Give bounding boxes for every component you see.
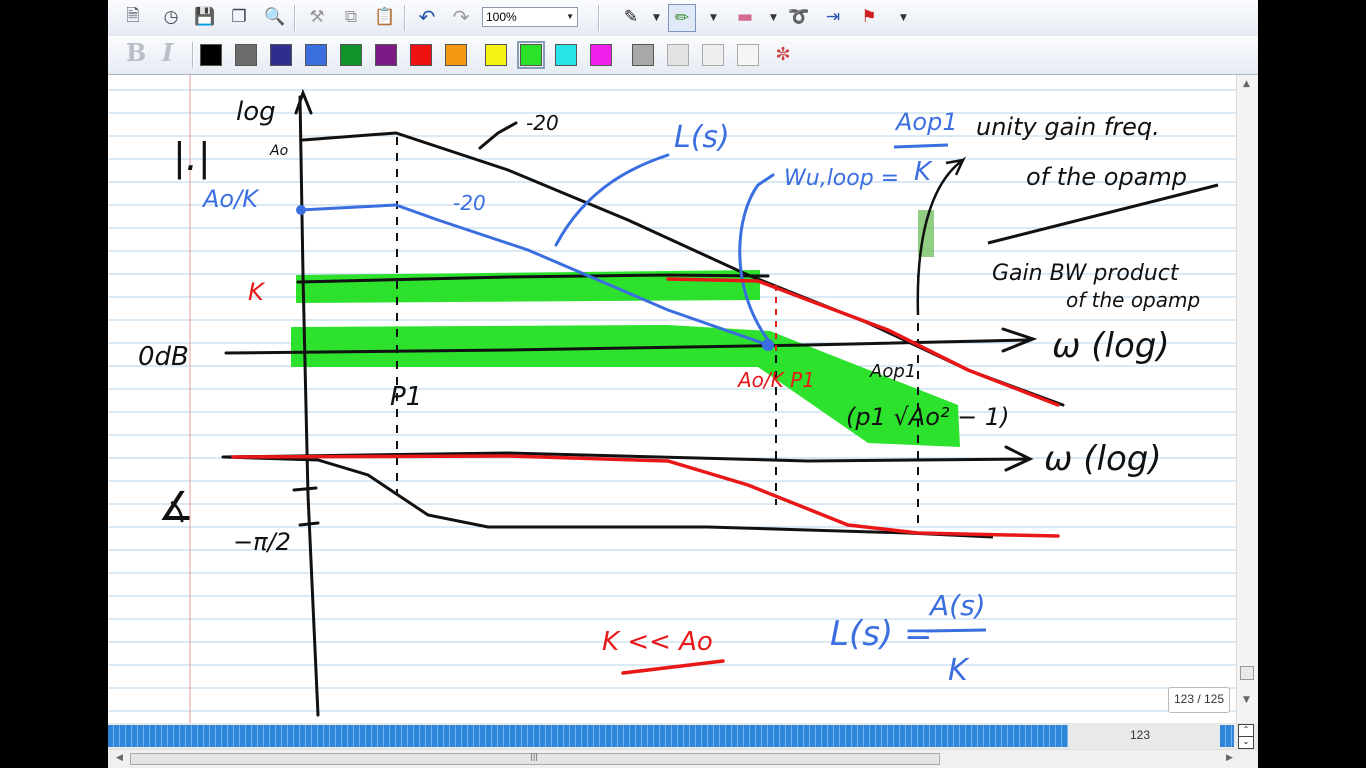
next-page-icon[interactable]: ⌄ xyxy=(1238,736,1254,749)
note-frac-den: K xyxy=(914,157,933,187)
note-frac-num: Aop1 xyxy=(894,108,958,136)
current-page-number: 123 xyxy=(1130,728,1151,742)
color-swatch[interactable] xyxy=(410,44,432,66)
note-aop1: Aop1 xyxy=(869,361,916,382)
color-swatch[interactable] xyxy=(517,41,545,69)
scroll-up-icon[interactable]: ▲ xyxy=(1243,79,1250,89)
zoom-select[interactable]: 100% ▼ xyxy=(482,7,578,27)
note-k-ll-ao: K << Ao xyxy=(602,627,713,657)
page-strip-end[interactable] xyxy=(1220,725,1234,747)
app-window: 🗎 ◷ 💾 ❐ 🔍 ⚒ ⧉ 📋 ↶ ↷ 100% ▼ ✎ ▼ ✏ ▼ ▬ ▼ ➰… xyxy=(108,0,1258,768)
lasso-icon[interactable]: ➰ xyxy=(786,4,812,30)
color-swatch[interactable] xyxy=(305,44,327,66)
note-slope-blue: -20 xyxy=(453,191,486,215)
divider-line xyxy=(987,183,1219,245)
color-swatch[interactable] xyxy=(340,44,362,66)
notebook-page[interactable]: |.| log Ao -20 -20 L(s) Ao/K Wu,loop = A… xyxy=(108,75,1236,723)
color-swatch[interactable] xyxy=(702,44,724,66)
note-as-num: A(s) xyxy=(928,589,986,622)
note-p1-sqrt: (p1 √Ao² − 1) xyxy=(846,403,1010,431)
separator xyxy=(192,42,194,68)
zoom-value: 100% xyxy=(486,10,517,24)
note-ao-sub: Ao xyxy=(269,143,288,159)
scroll-left-icon[interactable]: ◀ xyxy=(116,753,123,763)
note-as-den: K xyxy=(948,653,970,688)
vertical-scrollbar[interactable]: ▲ ▼ xyxy=(1236,75,1258,723)
page-navigator[interactable]: 123 ⌃ ⌄ xyxy=(108,723,1258,749)
phase-curve xyxy=(222,455,994,539)
color-swatch[interactable] xyxy=(590,44,612,66)
note-k-red: K xyxy=(248,278,266,306)
separator xyxy=(598,5,600,31)
bold-button[interactable]: B xyxy=(126,38,146,67)
eraser-icon[interactable]: ▬ xyxy=(732,4,758,30)
paste-icon[interactable]: 📋 xyxy=(372,4,398,30)
find-icon[interactable]: 🔍 xyxy=(262,4,288,30)
chevron-down-icon[interactable]: ▼ xyxy=(710,13,717,23)
color-swatch[interactable] xyxy=(235,44,257,66)
scroll-right-icon[interactable]: ▶ xyxy=(1226,753,1233,763)
note-wu-loop: Wu,loop = xyxy=(784,166,899,191)
note-angle: ∡ xyxy=(158,484,194,530)
crossover-dot xyxy=(762,339,774,351)
note-w-log-1: ω (log) xyxy=(1052,326,1170,366)
pen-icon[interactable]: ✎ xyxy=(618,4,644,30)
color-wheel-icon[interactable]: ✼ xyxy=(770,41,796,67)
highlighter-icon[interactable]: ✏ xyxy=(668,4,696,32)
chevron-down-icon: ▼ xyxy=(566,12,574,21)
insert-space-icon[interactable]: ⇥ xyxy=(820,4,846,30)
save-icon[interactable]: 💾 xyxy=(192,4,218,30)
note-p1: P1 xyxy=(390,382,422,412)
color-swatch[interactable] xyxy=(200,44,222,66)
color-swatch[interactable] xyxy=(555,44,577,66)
color-swatch[interactable] xyxy=(270,44,292,66)
chevron-down-icon[interactable]: ▼ xyxy=(770,13,777,23)
ink-canvas[interactable]: |.| log Ao -20 -20 L(s) Ao/K Wu,loop = A… xyxy=(108,75,1236,723)
note-neg-pi2: −π/2 xyxy=(233,528,291,556)
color-swatch[interactable] xyxy=(632,44,654,66)
redo-icon[interactable]: ↷ xyxy=(448,4,474,30)
main-toolbar: 🗎 ◷ 💾 ❐ 🔍 ⚒ ⧉ 📋 ↶ ↷ 100% ▼ ✎ ▼ ✏ ▼ ▬ ▼ ➰… xyxy=(108,0,1258,37)
note-of-opamp-2: of the opamp xyxy=(1066,288,1200,312)
scroll-thumb[interactable] xyxy=(1240,666,1254,680)
loop-gain-start-dot xyxy=(296,205,306,215)
separator xyxy=(404,5,406,31)
note-ao-k-p1: Ao/K P1 xyxy=(736,368,815,392)
fraction-bar-2 xyxy=(925,628,987,633)
history-icon[interactable]: ◷ xyxy=(158,4,184,30)
note-of-opamp: of the opamp xyxy=(1026,163,1187,191)
color-swatch[interactable] xyxy=(375,44,397,66)
note-ls-eq: L(s) = xyxy=(830,614,932,654)
note-0db: 0dB xyxy=(138,342,189,372)
copy-page-icon[interactable]: ❐ xyxy=(226,4,252,30)
italic-button[interactable]: I xyxy=(162,38,173,67)
note-w-log-2: ω (log) xyxy=(1044,439,1162,479)
note-log: log xyxy=(236,97,276,127)
note-ls: L(s) xyxy=(674,120,730,155)
page-indicator: 123 / 125 xyxy=(1168,687,1230,713)
chevron-down-icon[interactable]: ▼ xyxy=(900,13,907,23)
note-gain-bw: Gain BW product xyxy=(992,261,1180,286)
tool-icon[interactable]: ⚒ xyxy=(304,4,330,30)
new-page-icon[interactable]: 🗎 xyxy=(120,4,146,30)
color-swatch[interactable] xyxy=(667,44,689,66)
color-swatch[interactable] xyxy=(737,44,759,66)
page-strip[interactable] xyxy=(108,725,1068,747)
note-slope-black: -20 xyxy=(526,111,559,135)
copy-icon[interactable]: ⧉ xyxy=(338,4,364,30)
note-unity-gain: unity gain freq. xyxy=(976,113,1160,141)
note-ao-k: Ao/K xyxy=(201,185,260,213)
color-swatch[interactable] xyxy=(445,44,467,66)
flag-icon[interactable]: ⚑ xyxy=(856,4,882,30)
note-bar: |.| xyxy=(173,135,211,180)
fraction-bar xyxy=(893,143,949,149)
undo-icon[interactable]: ↶ xyxy=(414,4,440,30)
separator xyxy=(294,5,296,31)
grip-icon: ||| xyxy=(530,752,539,761)
scroll-down-icon[interactable]: ▼ xyxy=(1243,695,1250,705)
color-swatch[interactable] xyxy=(485,44,507,66)
chevron-down-icon[interactable]: ▼ xyxy=(653,13,660,23)
horizontal-scrollbar[interactable]: ◀ ||| ▶ xyxy=(108,749,1258,768)
